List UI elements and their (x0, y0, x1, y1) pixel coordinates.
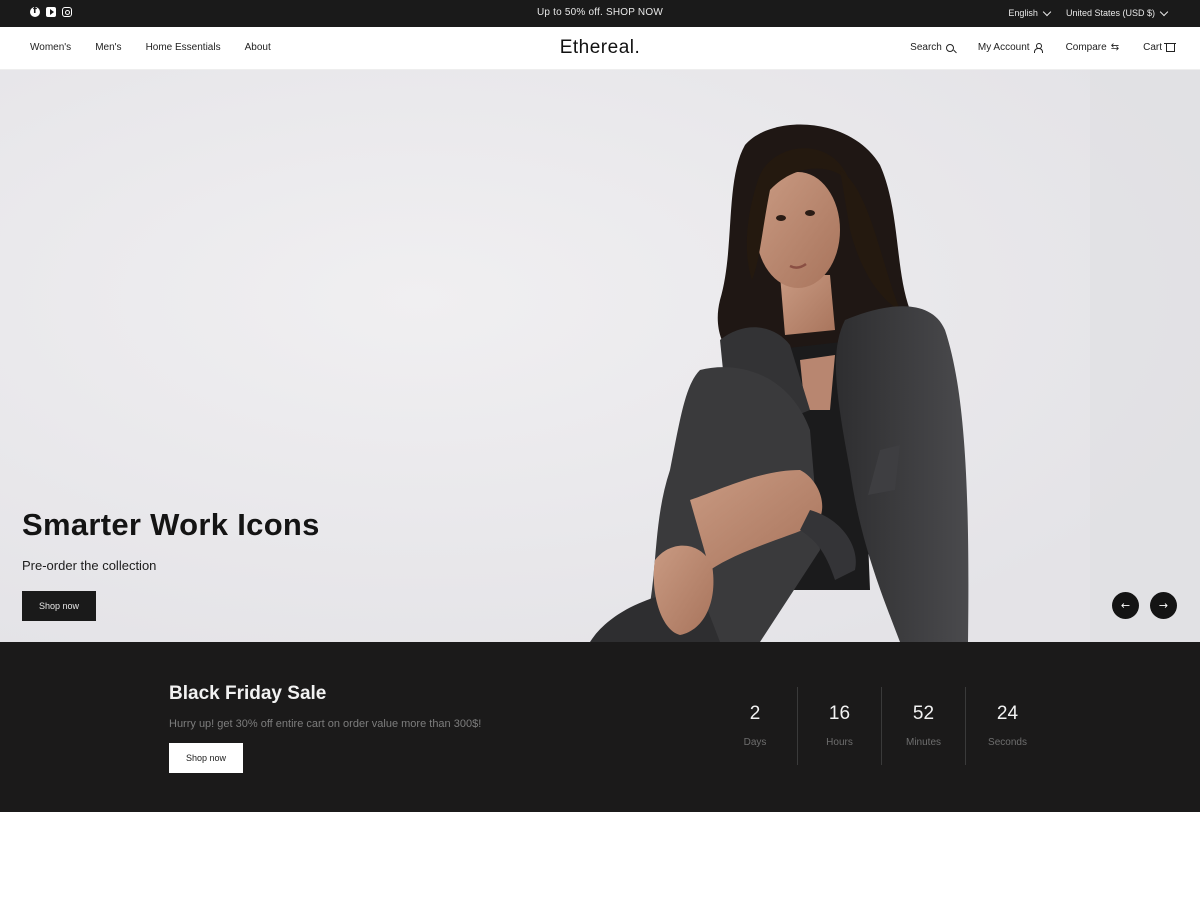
cart-button[interactable]: Cart (1143, 42, 1176, 53)
sale-description: Hurry up! get 30% off entire cart on ord… (169, 718, 482, 730)
compare-button[interactable]: Compare ⇆ (1066, 42, 1120, 53)
currency-selector[interactable]: United States (USD $) (1065, 7, 1169, 18)
sale-title: Black Friday Sale (169, 683, 327, 704)
logo-link[interactable]: Ethereal. (560, 37, 641, 58)
slider-prev-button[interactable]: ← (1112, 592, 1139, 619)
sale-countdown-section: Black Friday Sale Hurry up! get 30% off … (0, 642, 1200, 812)
sale-shop-now-button[interactable]: Shop now (169, 743, 243, 773)
account-label: My Account (977, 42, 1030, 53)
account-button[interactable]: My Account (977, 42, 1043, 53)
hero-shop-now-button[interactable]: Shop now (22, 591, 96, 621)
countdown-label: Days (743, 737, 767, 748)
search-icon (945, 43, 954, 52)
countdown-label: Minutes (905, 737, 941, 748)
compare-label: Compare (1065, 42, 1107, 53)
arrow-right-icon: → (1158, 599, 1169, 612)
countdown-value: 2 (749, 703, 761, 724)
hero-slider: Smarter Work Icons Pre-order the collect… (0, 70, 1200, 642)
hero-model-image (0, 70, 1200, 642)
countdown-label: Seconds (988, 737, 1027, 748)
search-label: Search (910, 42, 942, 53)
countdown-value: 24 (996, 703, 1019, 724)
countdown-value: 52 (912, 703, 935, 724)
promo-link[interactable]: Up to 50% off. SHOP NOW (537, 7, 663, 18)
locale-selectors: English United States (USD $) (1008, 7, 1169, 18)
site-header: Women's Men's Home Essentials About Ethe… (0, 27, 1200, 70)
hero-title: Smarter Work Icons (22, 507, 320, 542)
countdown-days: 2 Days (713, 687, 797, 765)
countdown-hours: 16 Hours (797, 687, 881, 765)
announcement-bar: Up to 50% off. SHOP NOW English United S… (0, 0, 1200, 27)
language-label: English (1008, 8, 1038, 18)
countdown-seconds: 24 Seconds (965, 687, 1049, 765)
compare-icon: ⇆ (1110, 41, 1120, 53)
cart-icon (1164, 42, 1176, 52)
currency-label: United States (USD $) (1065, 8, 1155, 18)
countdown-minutes: 52 Minutes (881, 687, 965, 765)
user-icon (1033, 43, 1043, 53)
countdown-timer: 2 Days 16 Hours 52 Minutes 24 Seconds (713, 687, 1049, 765)
header-actions: Search My Account Compare ⇆ Cart (910, 42, 1176, 53)
cart-label: Cart (1143, 42, 1162, 53)
hero-subtitle: Pre-order the collection (22, 558, 157, 573)
slider-next-button[interactable]: → (1150, 592, 1177, 619)
language-selector[interactable]: English (1008, 7, 1052, 18)
chevron-down-icon (1042, 7, 1052, 16)
search-button[interactable]: Search (910, 42, 954, 53)
arrow-left-icon: ← (1120, 599, 1131, 612)
countdown-label: Hours (826, 737, 853, 748)
countdown-value: 16 (828, 703, 851, 724)
chevron-down-icon (1159, 7, 1169, 16)
